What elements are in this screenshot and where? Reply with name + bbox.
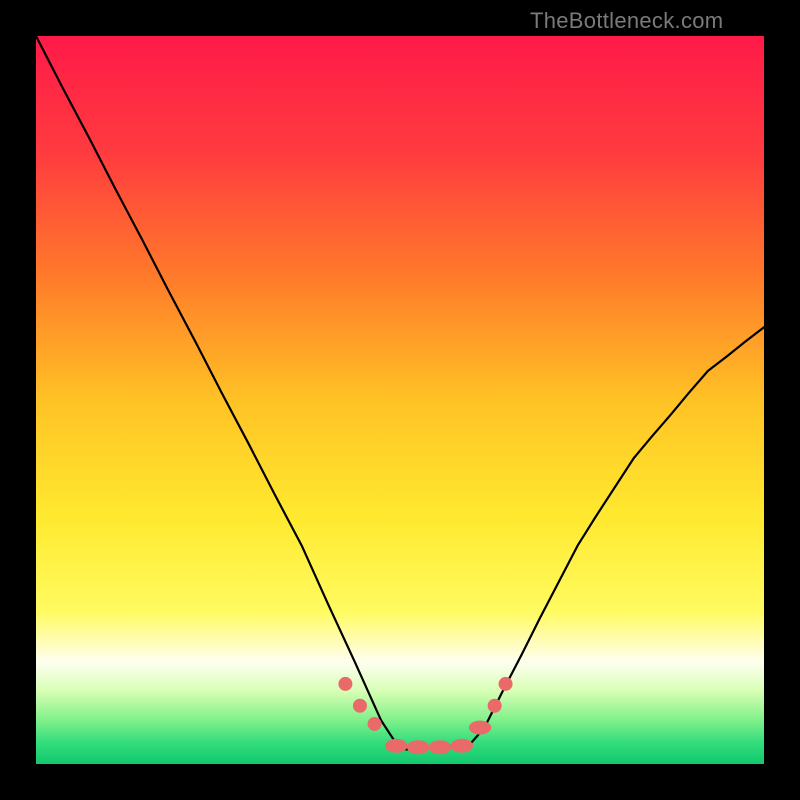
bottleneck-chart [0,0,800,800]
bottom-marker [469,721,491,735]
bottom-marker [407,740,429,754]
bottom-marker [385,739,407,753]
outer-frame: TheBottleneck.com [0,0,800,800]
bottom-marker [451,739,473,753]
bottom-marker [429,740,451,754]
bottom-marker [488,699,502,713]
bottom-marker [353,699,367,713]
watermark-text: TheBottleneck.com [530,8,723,34]
bottom-marker [338,677,352,691]
bottom-marker [368,717,382,731]
bottom-marker [499,677,513,691]
plot-background [36,36,764,764]
